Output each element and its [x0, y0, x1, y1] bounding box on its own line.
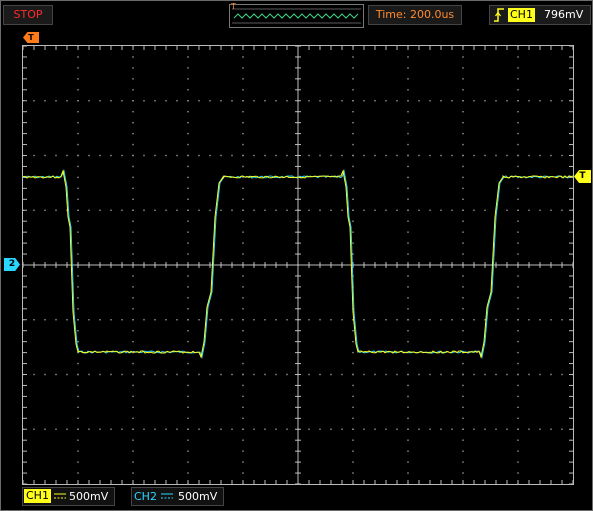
trigger-channel-label: CH1	[508, 8, 535, 22]
trigger-level-value: 796mV	[544, 8, 584, 21]
run-stop-button[interactable]: STOP	[3, 5, 53, 25]
ch1-scale-readout[interactable]: CH1 500mV	[22, 487, 115, 506]
ch2-volts-per-div: 500mV	[178, 490, 218, 503]
ch1-label: CH1	[24, 489, 51, 503]
timebase-readout[interactable]: Time: 200.0us	[368, 5, 462, 25]
dc-coupling-icon	[54, 493, 66, 499]
waveform-display[interactable]	[22, 45, 574, 485]
memory-preview-strip[interactable]: T	[229, 2, 364, 28]
preview-trigger-marker: T	[231, 2, 236, 11]
graticule	[23, 46, 573, 484]
channel-scale-bar: CH1 500mV CH2 500mV	[0, 484, 593, 511]
ch1-volts-per-div: 500mV	[69, 490, 109, 503]
waveform-canvas	[23, 46, 573, 484]
preview-waveform	[232, 8, 361, 24]
rising-edge-icon	[494, 8, 504, 22]
dc-coupling-icon	[161, 493, 173, 499]
ch2-scale-readout[interactable]: CH2 500mV	[131, 487, 224, 506]
top-status-bar: STOP T Time: 200.0us CH1 796mV	[0, 0, 593, 30]
ch2-label: CH2	[134, 490, 157, 503]
trigger-readout[interactable]: CH1 796mV	[489, 5, 591, 25]
